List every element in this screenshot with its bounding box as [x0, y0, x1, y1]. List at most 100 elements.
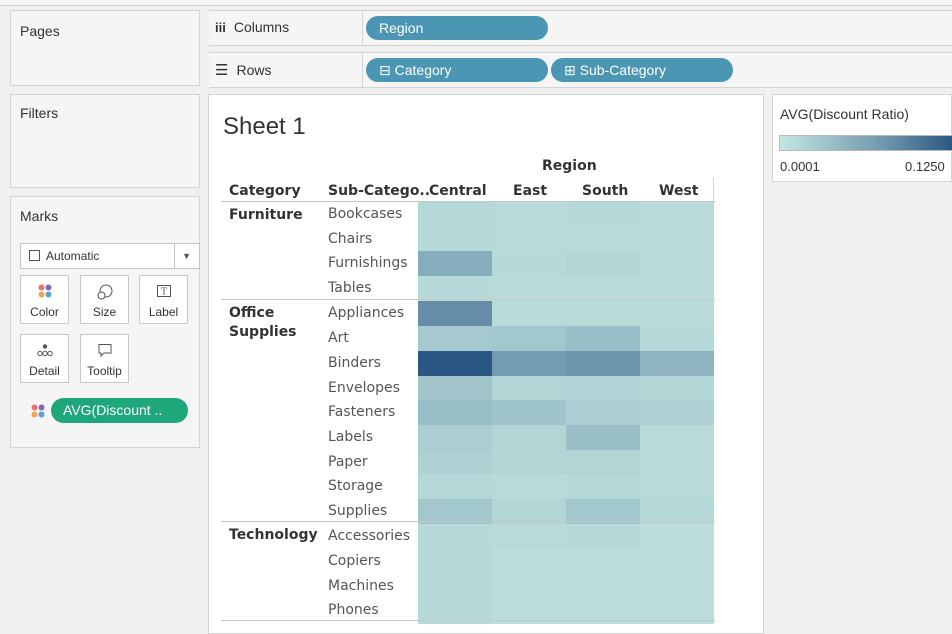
heatmap-cell[interactable]	[492, 400, 566, 426]
heatmap-cell[interactable]	[640, 276, 714, 302]
heatmap-cell[interactable]	[640, 549, 714, 575]
heatmap-cell[interactable]	[418, 424, 492, 451]
heatmap-cell[interactable]	[492, 350, 566, 376]
heatmap-cell[interactable]	[492, 424, 566, 451]
columns-shelf[interactable]: iii Columns Region	[209, 10, 952, 46]
pages-title: Pages	[20, 23, 60, 39]
heatmap-cell[interactable]	[566, 202, 640, 228]
heatmap-cell[interactable]	[418, 276, 492, 302]
sub-category-label: Phones	[328, 602, 379, 619]
category-label-technology: Technology	[229, 527, 318, 543]
heatmap-cell[interactable]	[640, 202, 714, 228]
rows-shelf[interactable]: ☰ Rows ⊟ Category ⊞ Sub-Category	[209, 52, 952, 88]
heatmap-cell[interactable]	[418, 251, 492, 277]
square-mark-icon	[29, 250, 40, 261]
heatmap-cell[interactable]	[492, 326, 566, 352]
mark-type-dropdown[interactable]: Automatic ▼	[20, 243, 200, 269]
heatmap-cell[interactable]	[492, 573, 566, 599]
sub-category-label: Accessories	[328, 528, 411, 545]
filters-title: Filters	[20, 105, 59, 121]
color-legend[interactable]: AVG(Discount Ratio) 0.0001 0.1250	[772, 94, 952, 182]
color-field-pill[interactable]: AVG(Discount ..	[51, 398, 188, 423]
heatmap-cell[interactable]	[418, 301, 492, 327]
legend-color-ramp	[779, 135, 952, 151]
heatmap-cell[interactable]	[418, 226, 492, 252]
heatmap-cell[interactable]	[566, 375, 640, 401]
heatmap-cell[interactable]	[566, 276, 640, 302]
heatmap-cell[interactable]	[640, 375, 714, 401]
heatmap-cell[interactable]	[640, 474, 714, 500]
heatmap-cell[interactable]	[492, 524, 566, 550]
sub-category-header: Sub-Catego..	[328, 183, 431, 199]
legend-title: AVG(Discount Ratio)	[780, 106, 909, 122]
worksheet-view: Sheet 1 Region Category Sub-Catego.. Cen…	[208, 94, 764, 634]
heatmap-cell[interactable]	[418, 400, 492, 426]
heatmap-cell[interactable]	[492, 202, 566, 228]
heatmap-cell[interactable]	[418, 350, 492, 376]
heatmap-cell[interactable]	[492, 375, 566, 401]
heatmap-cell[interactable]	[418, 375, 492, 401]
tooltip-icon	[81, 342, 128, 358]
heatmap-cell[interactable]	[640, 251, 714, 277]
heatmap-cell[interactable]	[566, 400, 640, 426]
rows-shelf-label: ☰ Rows	[215, 61, 271, 79]
heatmap-cell[interactable]	[566, 326, 640, 352]
heatmap-cell[interactable]	[640, 524, 714, 550]
heatmap-cell[interactable]	[418, 449, 492, 475]
filters-panel[interactable]: Filters	[10, 94, 200, 188]
size-icon	[81, 283, 128, 300]
heatmap-cell[interactable]	[418, 202, 492, 228]
category-header: Category	[229, 183, 301, 199]
region-pill[interactable]: Region	[366, 16, 548, 40]
label-button[interactable]: T Label	[139, 275, 188, 324]
category-pill[interactable]: ⊟ Category	[366, 58, 548, 82]
heatmap-cell[interactable]	[566, 449, 640, 475]
heatmap-cell[interactable]	[640, 301, 714, 327]
sub-category-label: Bookcases	[328, 206, 403, 222]
heatmap-cell[interactable]	[640, 400, 714, 426]
sub-category-label: Paper	[328, 453, 368, 470]
svg-text:T: T	[160, 288, 166, 298]
heatmap-cell[interactable]	[492, 251, 566, 277]
rows-icon: ☰	[215, 62, 229, 79]
sub-category-label: Furnishings	[328, 255, 408, 272]
heatmap-cell[interactable]	[640, 449, 714, 475]
heatmap-cell[interactable]	[492, 276, 566, 302]
sub-category-label: Chairs	[328, 230, 373, 247]
heatmap-cell[interactable]	[566, 573, 640, 599]
legend-min-label: 0.0001	[780, 159, 820, 174]
region-column-header: South	[582, 183, 629, 199]
heatmap-cell[interactable]	[640, 573, 714, 599]
heatmap-cell[interactable]	[640, 326, 714, 352]
heatmap-cell[interactable]	[566, 301, 640, 327]
region-column-header: Central	[429, 183, 487, 199]
heatmap-cell[interactable]	[640, 350, 714, 376]
color-icon	[21, 283, 68, 299]
tooltip-button[interactable]: Tooltip	[80, 334, 129, 383]
heatmap-cell[interactable]	[492, 449, 566, 475]
heatmap-cell[interactable]	[418, 549, 492, 575]
heatmap-cell[interactable]	[492, 226, 566, 252]
heatmap-cell[interactable]	[418, 474, 492, 500]
heatmap-cell[interactable]	[566, 549, 640, 575]
heatmap-cell[interactable]	[566, 350, 640, 376]
sub-category-label: Appliances	[328, 305, 405, 322]
heatmap-cell[interactable]	[566, 474, 640, 500]
heatmap-cell[interactable]	[566, 251, 640, 277]
heatmap-cell[interactable]	[418, 573, 492, 599]
heatmap-cell[interactable]	[566, 226, 640, 252]
region-column-header: West	[659, 183, 699, 199]
heatmap-cell[interactable]	[492, 549, 566, 575]
heatmap-cell[interactable]	[418, 326, 492, 352]
heatmap-cell[interactable]	[492, 474, 566, 500]
detail-button[interactable]: Detail	[20, 334, 69, 383]
heatmap-cell[interactable]	[566, 424, 640, 451]
heatmap-cell[interactable]	[640, 226, 714, 252]
heatmap-cell[interactable]	[492, 301, 566, 327]
heatmap-cell[interactable]	[566, 524, 640, 550]
color-button[interactable]: Color	[20, 275, 69, 324]
heatmap-cell[interactable]	[418, 524, 492, 550]
sub-category-pill[interactable]: ⊞ Sub-Category	[551, 58, 733, 82]
size-button[interactable]: Size	[80, 275, 129, 324]
heatmap-cell[interactable]	[640, 424, 714, 451]
